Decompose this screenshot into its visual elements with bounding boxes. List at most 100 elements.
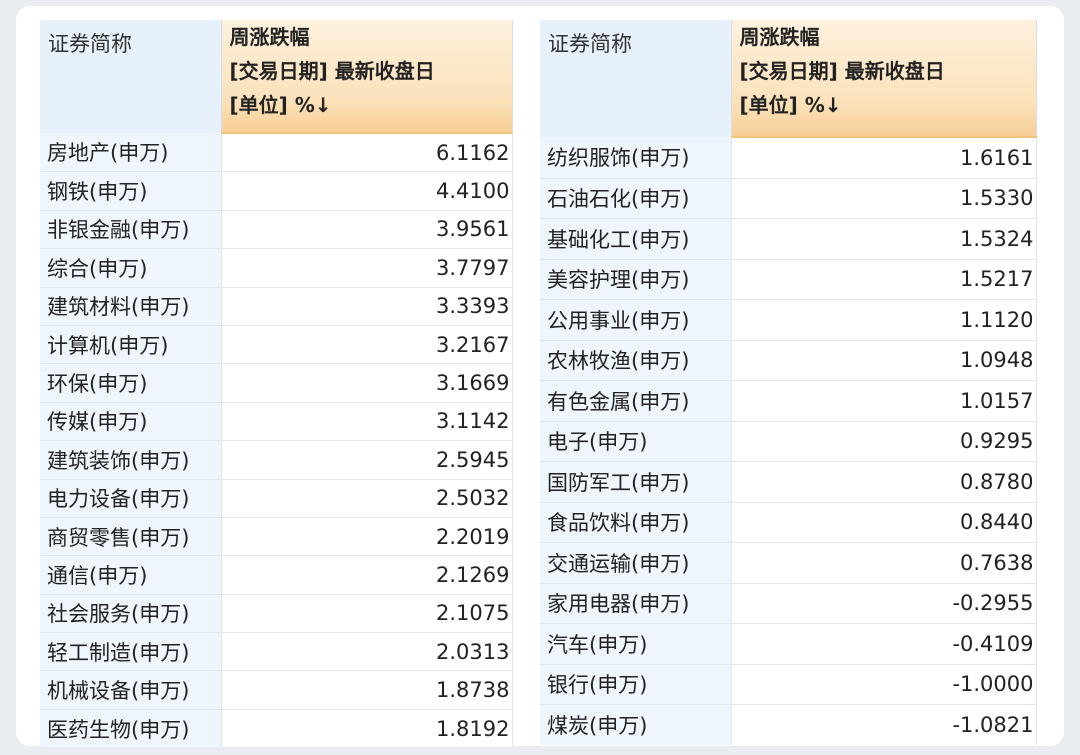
cell-security-name[interactable]: 汽车(申万)	[540, 623, 732, 665]
cell-security-name[interactable]: 电力设备(申万)	[40, 479, 222, 518]
cell-security-name[interactable]: 计算机(申万)	[40, 325, 222, 365]
cell-weekly-change[interactable]: 2.1075	[221, 594, 513, 634]
cell-security-name[interactable]: 有色金属(申万)	[540, 380, 732, 422]
table-row[interactable]: 银行(申万) -1.0000	[540, 664, 1037, 705]
cell-weekly-change[interactable]: 3.2167	[221, 325, 513, 365]
cell-weekly-change[interactable]: 2.5032	[221, 479, 513, 518]
cell-security-name[interactable]: 医药生物(申万)	[40, 709, 222, 748]
header-line-unit-sort: [单位] %↓	[739, 93, 842, 117]
cell-security-name[interactable]: 家用电器(申万)	[540, 583, 732, 624]
table-row[interactable]: 计算机(申万) 3.2167	[40, 325, 513, 365]
table-row[interactable]: 汽车(申万) -0.4109	[540, 623, 1037, 665]
table-row[interactable]: 社会服务(申万) 2.1075	[40, 594, 513, 634]
cell-security-name[interactable]: 环保(申万)	[40, 363, 222, 403]
cell-security-name[interactable]: 农林牧渔(申万)	[540, 340, 732, 381]
cell-security-name[interactable]: 房地产(申万)	[40, 133, 222, 173]
cell-security-name[interactable]: 电子(申万)	[540, 421, 732, 462]
cell-security-name[interactable]: 传媒(申万)	[40, 402, 222, 442]
header-line-metric: 周涨跌幅	[739, 25, 820, 49]
cell-weekly-change[interactable]: 6.1162	[221, 133, 513, 173]
table-row[interactable]: 纺织服饰(申万) 1.6161	[540, 137, 1037, 179]
cell-weekly-change[interactable]: 0.8780	[731, 461, 1037, 503]
cell-weekly-change[interactable]: 1.8738	[221, 670, 513, 710]
cell-security-name[interactable]: 纺织服饰(申万)	[540, 137, 732, 179]
column-header-weekly-change[interactable]: 周涨跌幅 [交易日期] 最新收盘日 [单位] %↓	[731, 20, 1037, 138]
cell-security-name[interactable]: 银行(申万)	[540, 664, 732, 705]
table-row[interactable]: 钢铁(申万) 4.4100	[40, 171, 513, 211]
column-header-security-name[interactable]: 证券简称	[540, 20, 732, 137]
cell-weekly-change[interactable]: 2.2019	[221, 517, 513, 557]
cell-weekly-change[interactable]: 1.6161	[731, 137, 1037, 179]
cell-security-name[interactable]: 国防军工(申万)	[540, 461, 732, 503]
cell-weekly-change[interactable]: 3.1669	[221, 363, 513, 403]
cell-security-name[interactable]: 钢铁(申万)	[40, 171, 222, 211]
cell-weekly-change[interactable]: 0.9295	[731, 421, 1037, 462]
table-row[interactable]: 建筑装饰(申万) 2.5945	[40, 440, 513, 480]
table-row[interactable]: 轻工制造(申万) 2.0313	[40, 632, 513, 672]
table-row[interactable]: 煤炭(申万) -1.0821	[540, 704, 1037, 745]
table-row[interactable]: 电子(申万) 0.9295	[540, 421, 1037, 462]
cell-weekly-change[interactable]: 3.9561	[221, 210, 513, 250]
cell-security-name[interactable]: 建筑装饰(申万)	[40, 440, 222, 480]
cell-security-name[interactable]: 轻工制造(申万)	[40, 632, 222, 672]
table-row[interactable]: 非银金融(申万) 3.9561	[40, 210, 513, 250]
cell-weekly-change[interactable]: 1.0157	[731, 380, 1037, 422]
table-row[interactable]: 综合(申万) 3.7797	[40, 248, 513, 288]
column-header-security-name[interactable]: 证券简称	[40, 20, 222, 133]
cell-security-name[interactable]: 综合(申万)	[40, 248, 222, 288]
cell-security-name[interactable]: 非银金融(申万)	[40, 210, 222, 250]
cell-weekly-change[interactable]: 0.7638	[731, 542, 1037, 584]
cell-security-name[interactable]: 建筑材料(申万)	[40, 287, 222, 326]
cell-weekly-change[interactable]: -1.0821	[731, 704, 1037, 745]
cell-weekly-change[interactable]: 2.0313	[221, 632, 513, 672]
cell-security-name[interactable]: 石油石化(申万)	[540, 178, 732, 219]
cell-weekly-change[interactable]: 0.8440	[731, 502, 1037, 543]
cell-weekly-change[interactable]: 2.5945	[221, 440, 513, 480]
table-row[interactable]: 公用事业(申万) 1.1120	[540, 299, 1037, 341]
cell-weekly-change[interactable]: 2.1269	[221, 555, 513, 595]
table-row[interactable]: 有色金属(申万) 1.0157	[540, 380, 1037, 422]
table-row[interactable]: 房地产(申万) 6.1162	[40, 133, 513, 173]
cell-weekly-change[interactable]: 4.4100	[221, 171, 513, 211]
cell-security-name[interactable]: 煤炭(申万)	[540, 704, 732, 745]
cell-security-name[interactable]: 机械设备(申万)	[40, 670, 222, 710]
cell-weekly-change[interactable]: 1.5217	[731, 259, 1037, 300]
cell-weekly-change[interactable]: 1.8192	[221, 709, 513, 748]
table-row[interactable]: 环保(申万) 3.1669	[40, 363, 513, 403]
table-row[interactable]: 商贸零售(申万) 2.2019	[40, 517, 513, 557]
cell-security-name[interactable]: 美容护理(申万)	[540, 259, 732, 300]
table-row[interactable]: 通信(申万) 2.1269	[40, 555, 513, 595]
table-row[interactable]: 美容护理(申万) 1.5217	[540, 259, 1037, 300]
cell-weekly-change[interactable]: 1.5324	[731, 218, 1037, 260]
cell-security-name[interactable]: 通信(申万)	[40, 555, 222, 595]
cell-weekly-change[interactable]: 1.0948	[731, 340, 1037, 381]
table-row[interactable]: 家用电器(申万) -0.2955	[540, 583, 1037, 624]
cell-weekly-change[interactable]: 1.1120	[731, 299, 1037, 341]
table-row[interactable]: 交通运输(申万) 0.7638	[540, 542, 1037, 584]
cell-security-name[interactable]: 公用事业(申万)	[540, 299, 732, 341]
table-row[interactable]: 石油石化(申万) 1.5330	[540, 178, 1037, 219]
cell-weekly-change[interactable]: -1.0000	[731, 664, 1037, 705]
cell-security-name[interactable]: 基础化工(申万)	[540, 218, 732, 260]
table-row[interactable]: 农林牧渔(申万) 1.0948	[540, 340, 1037, 381]
content-card: 证券简称 周涨跌幅 [交易日期] 最新收盘日 [单位] %↓ 房地产(申万) 6.…	[16, 6, 1064, 748]
cell-weekly-change[interactable]: 1.5330	[731, 178, 1037, 219]
table-row[interactable]: 电力设备(申万) 2.5032	[40, 479, 513, 518]
table-row[interactable]: 国防军工(申万) 0.8780	[540, 461, 1037, 503]
cell-security-name[interactable]: 社会服务(申万)	[40, 594, 222, 634]
cell-security-name[interactable]: 食品饮料(申万)	[540, 502, 732, 543]
cell-weekly-change[interactable]: 3.3393	[221, 287, 513, 326]
cell-security-name[interactable]: 商贸零售(申万)	[40, 517, 222, 557]
table-row[interactable]: 传媒(申万) 3.1142	[40, 402, 513, 442]
table-row[interactable]: 食品饮料(申万) 0.8440	[540, 502, 1037, 543]
column-header-weekly-change[interactable]: 周涨跌幅 [交易日期] 最新收盘日 [单位] %↓	[221, 20, 513, 134]
cell-weekly-change[interactable]: -0.4109	[731, 623, 1037, 665]
cell-weekly-change[interactable]: -0.2955	[731, 583, 1037, 624]
table-row[interactable]: 基础化工(申万) 1.5324	[540, 218, 1037, 260]
cell-weekly-change[interactable]: 3.1142	[221, 402, 513, 442]
table-row[interactable]: 医药生物(申万) 1.8192	[40, 709, 513, 748]
table-row[interactable]: 机械设备(申万) 1.8738	[40, 670, 513, 710]
table-row[interactable]: 建筑材料(申万) 3.3393	[40, 287, 513, 326]
cell-weekly-change[interactable]: 3.7797	[221, 248, 513, 288]
cell-security-name[interactable]: 交通运输(申万)	[540, 542, 732, 584]
